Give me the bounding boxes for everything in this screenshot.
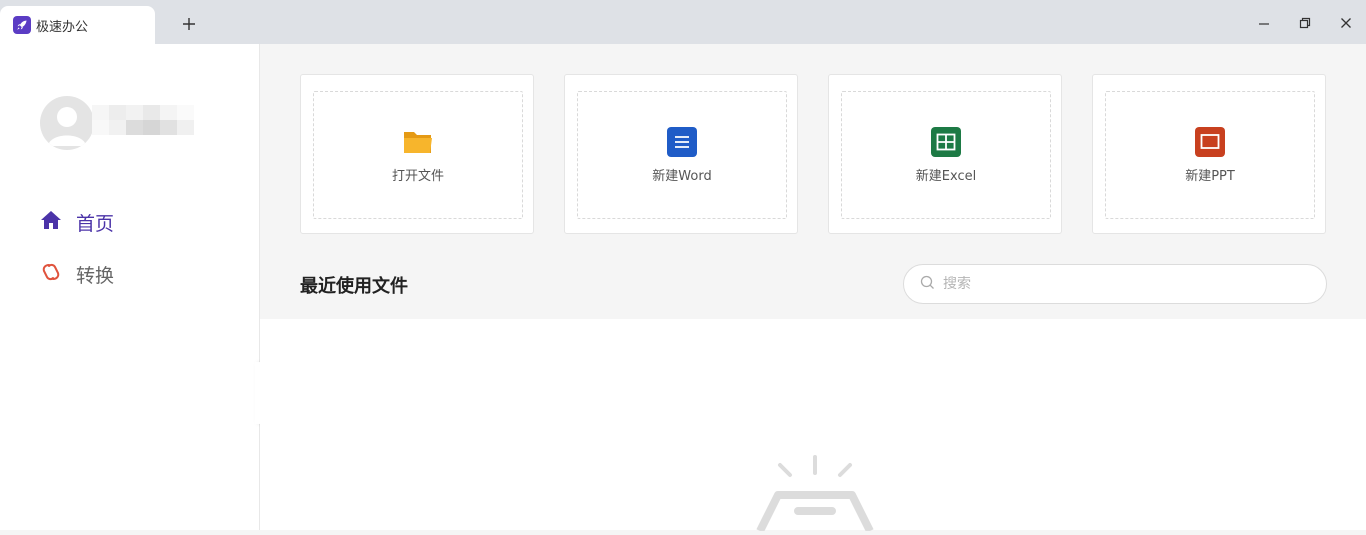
- new-word-card[interactable]: 新建Word: [564, 74, 798, 234]
- new-ppt-label: 新建PPT: [1185, 168, 1235, 184]
- sidebar: 首页 转换: [0, 44, 260, 530]
- new-tab-button[interactable]: [176, 12, 202, 38]
- excel-icon: [931, 126, 961, 157]
- tab-title: 极速办公: [36, 19, 89, 35]
- ppt-icon: [1195, 126, 1225, 157]
- folder-icon: [403, 127, 433, 157]
- avatar[interactable]: [40, 96, 94, 150]
- convert-icon: [40, 261, 62, 287]
- restore-button[interactable]: [1292, 10, 1318, 36]
- open-file-card[interactable]: 打开文件: [300, 74, 534, 234]
- search-box[interactable]: [903, 264, 1327, 304]
- new-word-label: 新建Word: [652, 168, 712, 184]
- new-excel-label: 新建Excel: [915, 168, 977, 184]
- search-icon: [920, 275, 935, 294]
- username-blurred: [92, 105, 194, 135]
- home-icon: [40, 209, 62, 235]
- new-excel-card[interactable]: 新建Excel: [828, 74, 1062, 234]
- rocket-icon: [13, 16, 31, 34]
- close-button[interactable]: [1333, 10, 1359, 36]
- empty-box-icon: [750, 451, 880, 533]
- minimize-icon: [1258, 14, 1270, 33]
- minimize-button[interactable]: [1251, 10, 1277, 36]
- recent-files-list: [260, 319, 1366, 533]
- search-input[interactable]: [943, 276, 1303, 292]
- sidebar-item-convert[interactable]: 转换: [40, 260, 114, 288]
- restore-icon: [1299, 14, 1311, 33]
- sidebar-item-label: 首页: [76, 212, 115, 235]
- word-icon: [667, 126, 697, 157]
- plus-icon: [182, 16, 196, 35]
- open-file-label: 打开文件: [391, 168, 444, 184]
- title-bar: 极速办公: [0, 0, 1366, 44]
- close-icon: [1340, 14, 1352, 33]
- app-tab[interactable]: 极速办公: [0, 6, 155, 44]
- recent-files-title: 最近使用文件: [300, 276, 408, 297]
- new-ppt-card[interactable]: 新建PPT: [1092, 74, 1326, 234]
- sidebar-item-label: 转换: [76, 264, 115, 287]
- sidebar-item-home[interactable]: 首页: [40, 208, 114, 236]
